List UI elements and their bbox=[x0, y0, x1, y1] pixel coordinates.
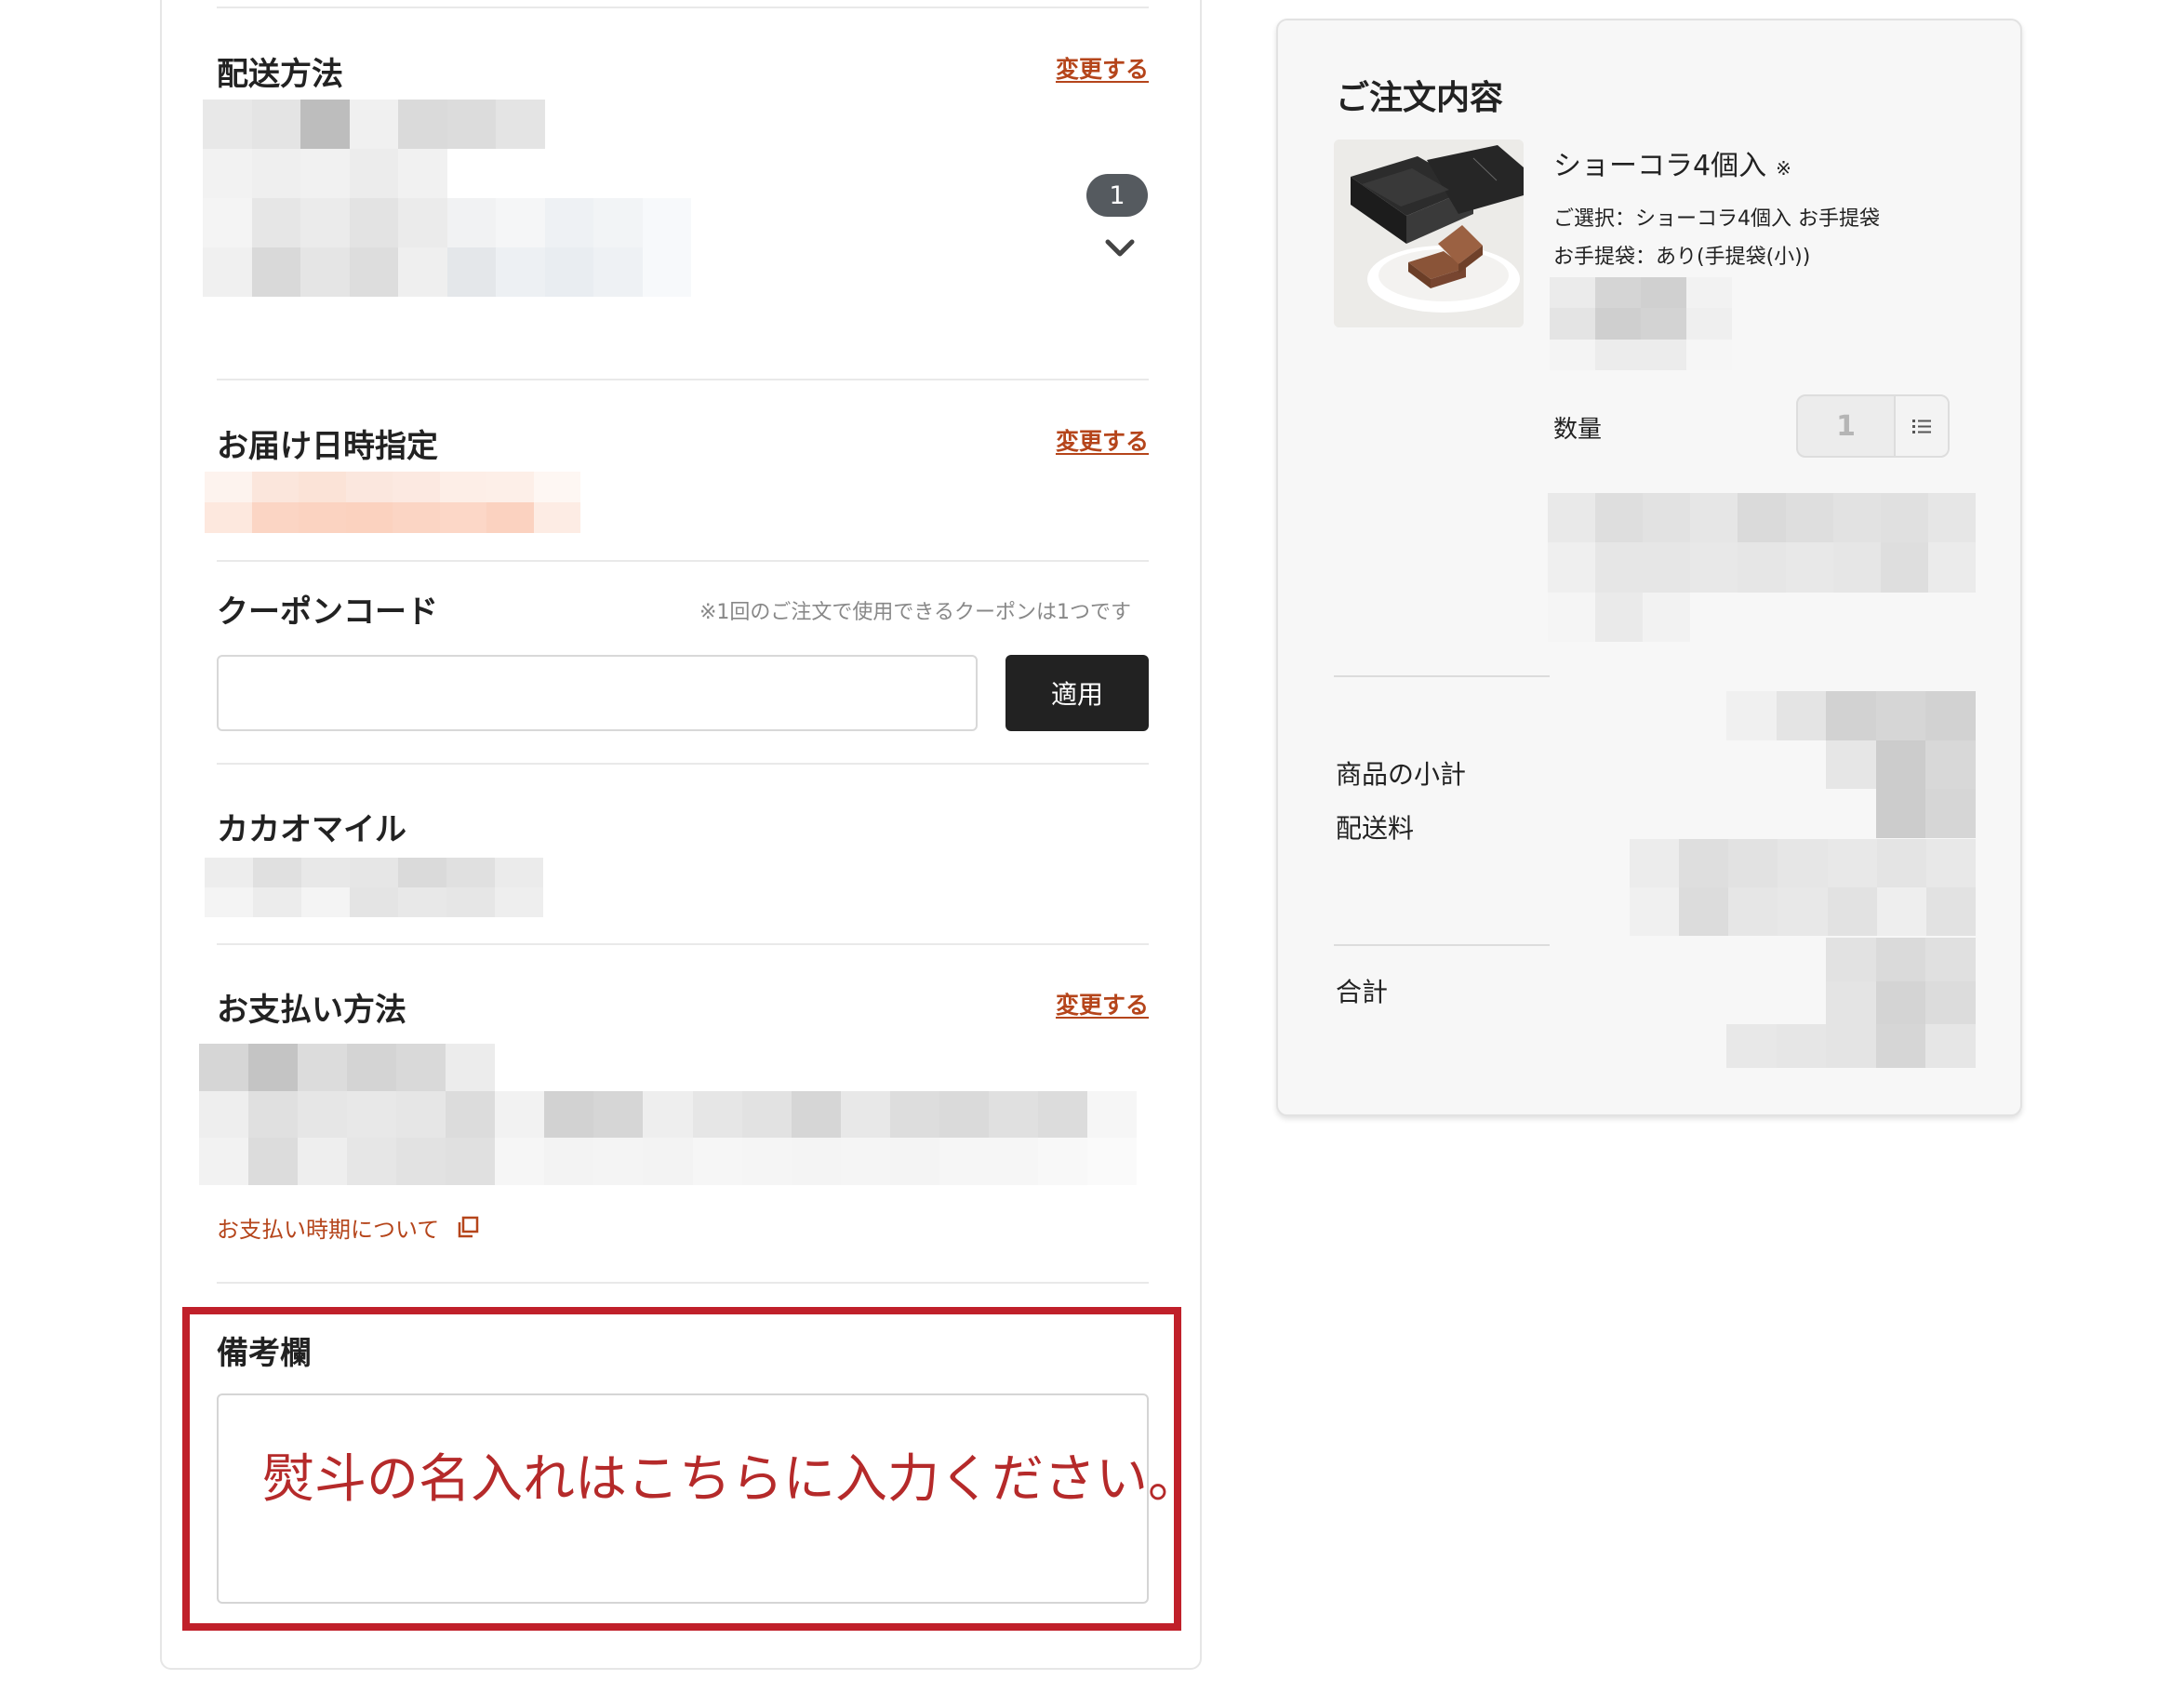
subtotal-label: 商品の小計 bbox=[1336, 759, 1467, 790]
external-window-icon bbox=[459, 1216, 479, 1237]
payment-method-redacted bbox=[199, 1044, 1137, 1185]
payment-method-title: お支払い方法 bbox=[217, 992, 406, 1029]
list-icon bbox=[1912, 420, 1931, 433]
remarks-title: 備考欄 bbox=[217, 1335, 312, 1372]
total-value-redacted bbox=[1726, 938, 1976, 1068]
product-bag-option: お手提袋：あり(手提袋(小)) bbox=[1553, 246, 1811, 269]
payment-timing-link[interactable]: お支払い時期について bbox=[217, 1211, 480, 1244]
divider bbox=[217, 7, 1149, 8]
fees-redacted bbox=[1630, 839, 1976, 936]
apply-coupon-button[interactable]: 適用 bbox=[1005, 655, 1149, 731]
chevron-down-icon[interactable] bbox=[1104, 237, 1136, 260]
cacao-mile-redacted bbox=[205, 858, 543, 917]
delivery-datetime-title: お届け日時指定 bbox=[217, 428, 438, 465]
divider bbox=[217, 1282, 1149, 1284]
divider bbox=[217, 379, 1149, 380]
change-delivery-datetime-link[interactable]: 変更する bbox=[1056, 423, 1149, 457]
quantity-stepper: 1 bbox=[1796, 394, 1950, 458]
product-thumbnail bbox=[1334, 140, 1524, 327]
delivery-address-redacted bbox=[203, 100, 691, 297]
item-count-badge[interactable]: 1 bbox=[1086, 174, 1148, 217]
divider bbox=[217, 763, 1149, 765]
coupon-code-title: クーポンコード bbox=[217, 593, 438, 631]
change-payment-method-link[interactable]: 変更する bbox=[1056, 987, 1149, 1020]
divider bbox=[1334, 675, 1550, 677]
delivery-datetime-redacted bbox=[205, 472, 580, 533]
payment-timing-link-label: お支払い時期について bbox=[217, 1217, 440, 1243]
product-name-note: ※ bbox=[1776, 157, 1791, 180]
product-name: ショーコラ4個入 ※ bbox=[1553, 142, 1791, 183]
cacao-mile-title: カカオマイル bbox=[217, 811, 406, 848]
item-total-redacted bbox=[1548, 493, 1976, 642]
delivery-method-title: 配送方法 bbox=[217, 56, 343, 93]
quantity-menu-button[interactable] bbox=[1894, 396, 1948, 456]
quantity-label: 数量 bbox=[1553, 416, 1603, 444]
total-label: 合計 bbox=[1336, 977, 1389, 1007]
quantity-value: 1 bbox=[1836, 409, 1856, 443]
subtotal-shipping-values-redacted bbox=[1726, 691, 1976, 838]
divider bbox=[217, 943, 1149, 945]
shipping-label: 配送料 bbox=[1336, 813, 1415, 844]
remarks-annotation: 熨斗の名入れはこちらに入力ください。 bbox=[262, 1449, 1200, 1510]
product-image bbox=[1334, 140, 1524, 327]
product-selection: ご選択：ショーコラ4個入 お手提袋 bbox=[1553, 207, 1880, 231]
divider bbox=[217, 560, 1149, 562]
coupon-note: ※1回のご注文で使用できるクーポンは1つです bbox=[699, 601, 1131, 624]
product-price-redacted bbox=[1550, 277, 1732, 370]
product-name-text: ショーコラ4個入 bbox=[1553, 150, 1767, 182]
change-delivery-method-link[interactable]: 変更する bbox=[1056, 51, 1149, 85]
coupon-code-input[interactable] bbox=[217, 655, 978, 731]
divider bbox=[1334, 944, 1550, 946]
order-summary-title: ご注文内容 bbox=[1336, 79, 1504, 117]
